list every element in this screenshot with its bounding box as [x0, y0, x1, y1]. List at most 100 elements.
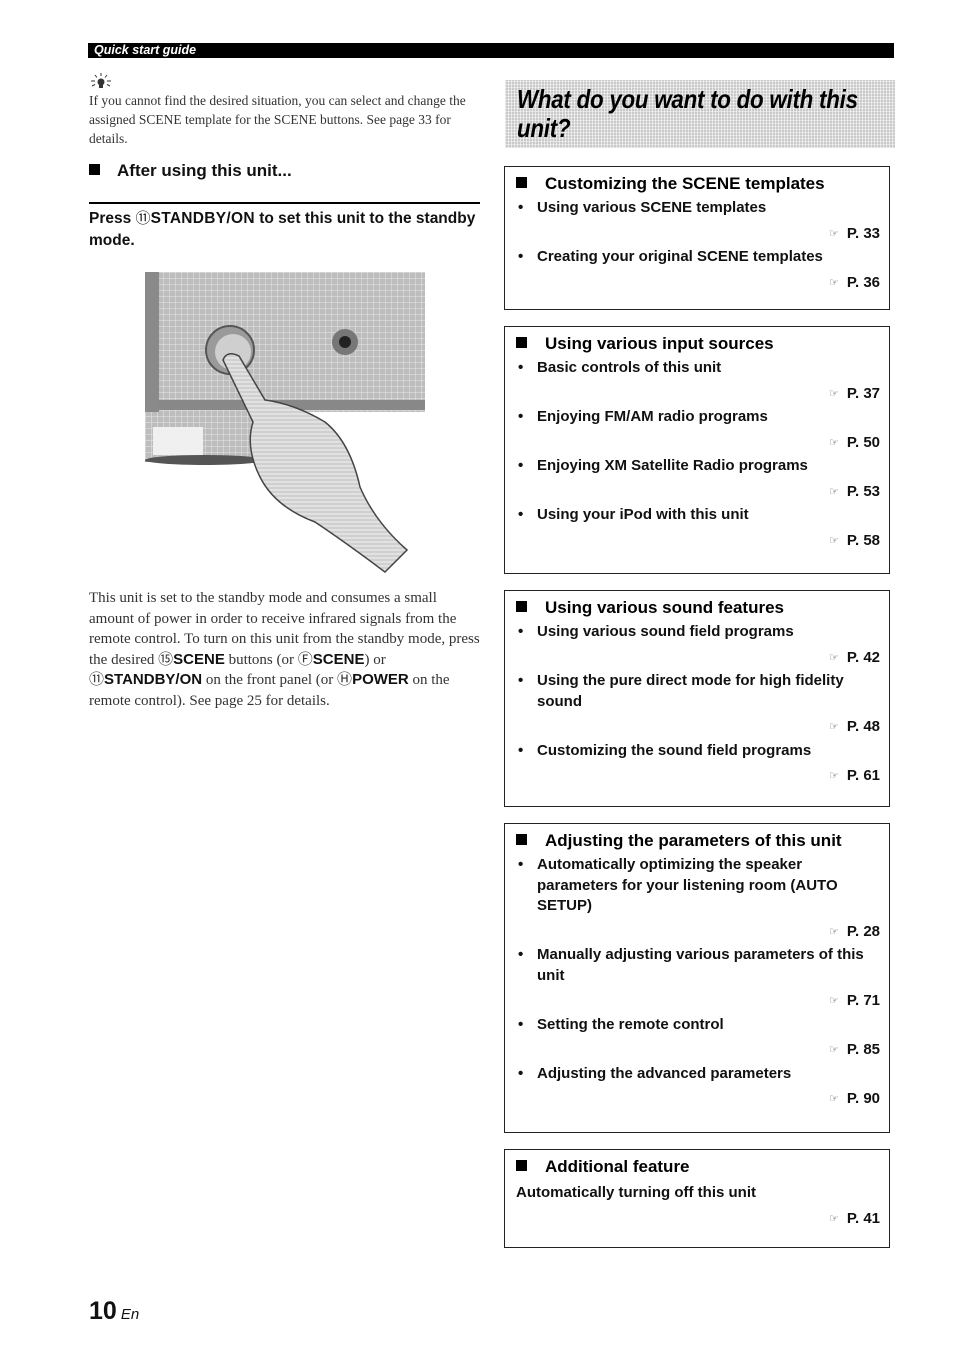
section-title-text: Additional feature [545, 1157, 690, 1176]
key-label: STANDBY/ON [104, 671, 203, 688]
key-label: SCENE [173, 650, 225, 668]
pointing-hand-icon: ☞ [829, 276, 839, 289]
front-panel [153, 272, 425, 412]
list-item[interactable]: • Using the pure direct mode for high fid… [505, 671, 889, 712]
page-number-value: 10 [89, 1297, 117, 1325]
list-item[interactable]: • Manually adjusting various parameters o… [505, 945, 889, 986]
section-title: Using various input sources [516, 333, 889, 355]
bullet-icon: • [518, 623, 524, 640]
page-reference[interactable]: ☞ P. 37 [505, 384, 889, 405]
item-label: Enjoying FM/AM radio programs [537, 408, 768, 425]
page-reference[interactable]: ☞ P. 53 [505, 482, 889, 503]
key-number: ⑪ [89, 672, 105, 688]
divider [89, 202, 480, 204]
page-ref-text: P. 28 [846, 922, 880, 940]
pointing-hand-icon: ☞ [829, 995, 839, 1007]
pointing-hand-icon: ☞ [829, 651, 839, 664]
pointing-hand-icon: ☞ [829, 721, 839, 733]
square-bullet-icon [516, 1160, 527, 1171]
page-reference[interactable]: ☞ P. 28 [505, 922, 889, 943]
section-title-text: Using various sound features [545, 598, 784, 617]
bullet-icon: • [518, 506, 524, 523]
pointing-hand-icon: ☞ [829, 1093, 839, 1105]
page-reference[interactable]: ☞ P. 41 [505, 1209, 889, 1230]
list-item[interactable]: • Using various sound field programs [505, 622, 889, 643]
key-number: Ⓗ [337, 672, 353, 688]
text-run: ) or [364, 651, 386, 668]
key-label: POWER [352, 671, 409, 688]
list-item[interactable]: Automatically turning off this unit [505, 1183, 889, 1204]
section-title-text: Using various input sources [545, 334, 774, 353]
page-reference[interactable]: ☞ P. 61 [505, 766, 889, 787]
square-bullet-icon [516, 177, 527, 188]
bullet-icon: • [518, 672, 524, 689]
list-item[interactable]: • Adjusting the advanced parameters [505, 1064, 889, 1085]
standby-button-illustration [145, 272, 425, 573]
instruction-prefix: Press [89, 210, 136, 227]
key-label: SCENE [312, 650, 365, 668]
section-header-bar: Quick start guide [88, 43, 894, 58]
page-reference[interactable]: ☞ P. 85 [505, 1040, 889, 1061]
page-ref-text: P. 50 [846, 433, 880, 451]
list-item[interactable]: • Creating your original SCENE templates [505, 247, 889, 268]
tip-text: If you cannot find the desired situation… [89, 93, 466, 146]
page-ref-text: P. 42 [846, 648, 880, 666]
page-reference[interactable]: ☞ P. 48 [505, 717, 889, 738]
bullet-icon: • [518, 856, 524, 873]
key-number: Ⓕ [297, 651, 313, 668]
list-item[interactable]: • Using your iPod with this unit [505, 505, 889, 526]
page-reference[interactable]: ☞ P. 58 [505, 531, 889, 552]
bullet-icon: • [518, 741, 524, 759]
bullet-icon: • [518, 408, 524, 425]
page-ref-text: P. 53 [846, 482, 880, 500]
item-label: Adjusting the advanced parameters [537, 1064, 792, 1082]
item-label: Using your iPod with this unit [537, 506, 749, 523]
section-title: Customizing the SCENE templates [516, 173, 889, 195]
item-label: Creating your original SCENE templates [537, 248, 823, 265]
pointing-hand-icon: ☞ [829, 227, 839, 240]
list-item[interactable]: • Setting the remote control [505, 1015, 889, 1036]
text-run: buttons (or [224, 651, 298, 668]
page-reference[interactable]: ☞ P. 71 [505, 991, 889, 1012]
key-label: STANDBY/ON [150, 210, 255, 227]
page-ref-text: P. 58 [846, 531, 880, 549]
page-reference[interactable]: ☞ P. 33 [505, 224, 889, 245]
page-ref-text: P. 71 [846, 992, 880, 1009]
square-bullet-icon [516, 337, 527, 348]
bullet-icon: • [518, 1064, 524, 1082]
pointing-hand-icon: ☞ [829, 387, 839, 400]
item-label: Using the pure direct mode for high fide… [537, 672, 844, 710]
list-item[interactable]: • Customizing the sound field programs [505, 741, 889, 762]
pointing-hand-icon: ☞ [829, 925, 839, 938]
pointing-hand-icon: ☞ [829, 770, 839, 782]
item-label: Setting the remote control [537, 1015, 724, 1033]
standby-description: This unit is set to the standby mode and… [89, 588, 484, 711]
page-ref-text: P. 41 [846, 1209, 880, 1227]
page-reference[interactable]: ☞ P. 42 [505, 648, 889, 669]
page-title: What do you want to do with this unit? [517, 84, 858, 143]
section-title: Adjusting the parameters of this unit [516, 830, 889, 852]
list-item[interactable]: • Using various SCENE templates [505, 198, 889, 219]
page-title-box: What do you want to do with this unit? [505, 80, 895, 148]
section-card-additional-feature: Additional feature Automatically turning… [504, 1149, 890, 1248]
item-label: Using various SCENE templates [537, 199, 767, 216]
page-reference[interactable]: ☞ P. 36 [505, 273, 889, 294]
section-card-input-sources: Using various input sources • Basic contr… [504, 326, 890, 574]
section-card-parameters: Adjusting the parameters of this unit • A… [504, 823, 890, 1133]
page-ref-text: P. 48 [846, 718, 880, 735]
bullet-icon: • [518, 946, 524, 963]
list-item[interactable]: • Automatically optimizing the speaker pa… [505, 855, 889, 917]
page-number: 10 En [89, 1297, 139, 1326]
section-title-text: Customizing the SCENE templates [545, 174, 825, 193]
list-item[interactable]: • Enjoying XM Satellite Radio programs [505, 456, 889, 477]
item-label: Manually adjusting various parameters of… [537, 946, 864, 984]
pointing-hand-icon: ☞ [829, 1044, 839, 1056]
pointing-hand-icon: ☞ [829, 485, 839, 498]
page-reference[interactable]: ☞ P. 50 [505, 433, 889, 454]
page-reference[interactable]: ☞ P. 90 [505, 1089, 889, 1110]
section-title: Additional feature [516, 1156, 889, 1178]
section-title: Using various sound features [516, 597, 889, 619]
list-item[interactable]: • Enjoying FM/AM radio programs [505, 407, 889, 428]
headphone-jack [332, 329, 358, 355]
list-item[interactable]: • Basic controls of this unit [505, 358, 889, 379]
